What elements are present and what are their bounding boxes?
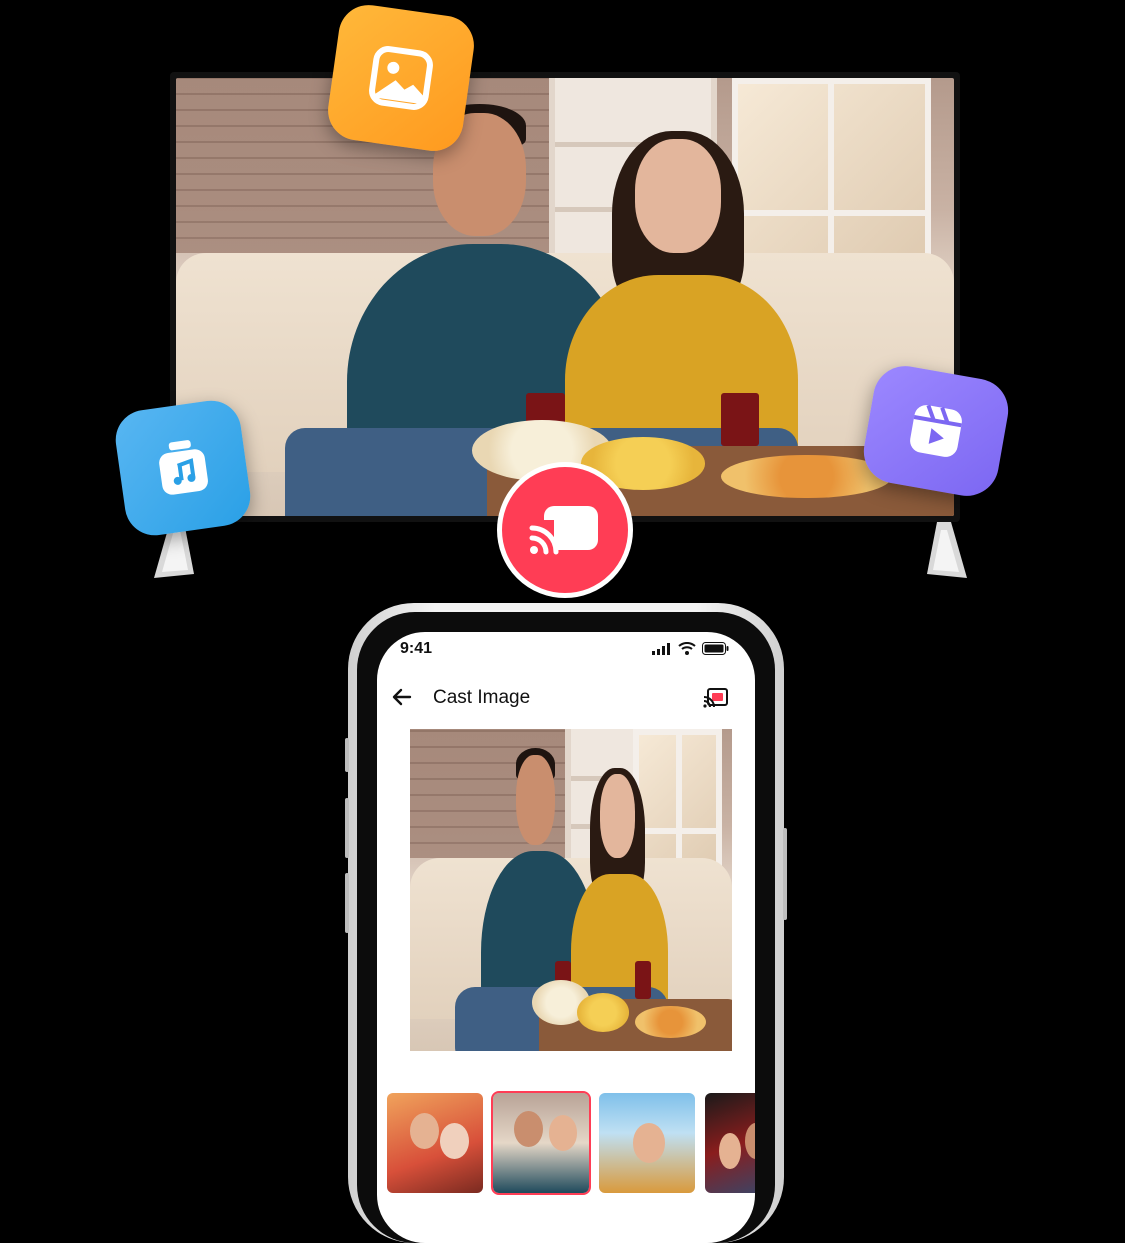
app-bar: Cast Image xyxy=(377,678,755,718)
image-thumbnail-strip xyxy=(387,1091,755,1195)
battery-icon xyxy=(702,642,729,655)
status-time: 9:41 xyxy=(400,640,433,657)
thumbnail-3[interactable] xyxy=(599,1093,695,1193)
selected-image-preview xyxy=(410,729,732,1051)
thumbnail-4[interactable] xyxy=(705,1093,755,1193)
phone-device: 9:41 Cast Image xyxy=(345,603,787,1243)
phone-screen: 9:41 Cast Image xyxy=(377,632,755,1243)
cast-button-icon[interactable] xyxy=(703,687,729,709)
tv-display xyxy=(170,72,960,522)
tv-stand-right xyxy=(927,522,967,578)
wifi-icon xyxy=(678,642,696,655)
status-bar: 9:41 xyxy=(377,632,755,668)
back-arrow-icon[interactable] xyxy=(391,686,413,708)
cast-icon[interactable] xyxy=(497,462,633,598)
thumbnail-2[interactable] xyxy=(491,1091,591,1195)
tv-screen xyxy=(176,78,954,516)
image-icon xyxy=(324,1,478,155)
thumbnail-1[interactable] xyxy=(387,1093,483,1193)
reel-icon xyxy=(858,361,1014,501)
page-title: Cast Image xyxy=(433,687,531,708)
music-folder-icon xyxy=(111,396,255,540)
tv-cast-image xyxy=(176,78,954,516)
signal-icon xyxy=(652,642,670,655)
